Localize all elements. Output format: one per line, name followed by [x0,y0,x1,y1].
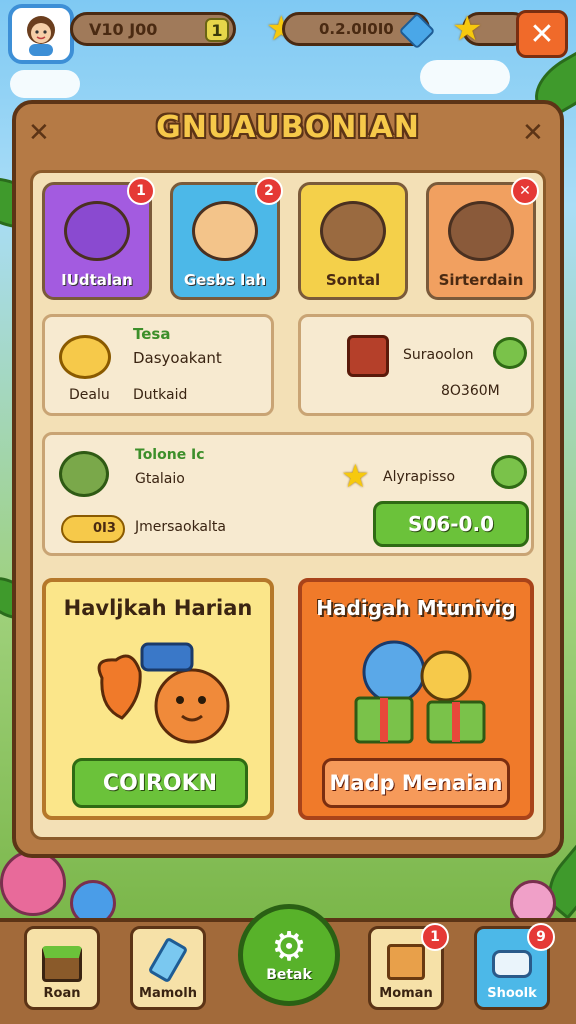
nav-label: Shoolk [487,986,537,1001]
notification-badge: 1 [127,177,155,205]
close-badge[interactable]: ✕ [511,177,539,205]
gift-card: Hadigah Mtunivig Madp Menaian [298,578,534,820]
reward-pets-icon [97,642,230,744]
info-label: Suraoolon [403,347,474,363]
event-claim-button[interactable]: S06-0.0 [373,501,529,547]
flower [0,850,66,916]
category-card-3[interactable]: Sontal [298,182,408,300]
green-cat-icon [59,451,109,497]
info-panel-right: Suraoolon 8O360M [298,314,534,416]
nav-item-gifts[interactable]: Moman 1 [368,923,449,1010]
gift-title: Hadigah Mtunivig [316,596,516,620]
nav-item-shop[interactable]: Shoolk 9 [474,923,555,1010]
nav-label: Moman [379,986,433,1001]
daily-reward-card: Havljkah Harian COIROKN [42,578,274,820]
notification-badge: 9 [527,923,555,951]
crate-icon [42,946,82,982]
category-card-2[interactable]: Gesbs lah 2 [170,177,283,300]
nav-item-home[interactable]: Roan [24,926,100,1010]
event-panel: Tolone Ic Gtalaio 0I3 Jmersaokalta ★ Aly… [42,432,534,556]
nav-label: Roan [43,986,81,1001]
category-label: Sirterdain [438,271,524,289]
chat-icon [492,950,532,978]
coin-value: V10 J00 [89,19,158,39]
nav-label: Betak [266,967,312,983]
notification-badge: 2 [255,177,283,205]
board-title: GNUAUBONIAN [156,110,420,145]
category-card-4[interactable]: Sirterdain ✕ [426,177,539,300]
gem-value: 0.2.0I0I0 [319,20,394,38]
category-label: Sontal [325,271,381,289]
open-gift-button[interactable]: Madp Menaian [322,758,510,808]
event-label: Alyrapisso [383,469,456,485]
info-value: 8O360M [441,383,500,399]
coin-chip: 0I3 [61,515,125,543]
lion-icon [59,335,111,379]
category-label: IUdtalan [61,271,133,289]
event-text: Jmersaokalta [135,519,226,535]
info-text: Dealu [69,387,110,403]
slime-icon [491,455,527,489]
nav-label: Mamolh [139,986,197,1001]
gift-boxes-icon [354,640,486,744]
bear-icon [320,201,386,261]
fox-icon [192,201,258,261]
cloud [420,60,510,94]
daily-reward-title: Havljkah Harian [63,596,253,620]
event-text: Gtalaio [135,471,185,487]
close-button[interactable]: ✕ [516,10,568,58]
player-avatar[interactable] [8,4,74,64]
nav-item-quest[interactable]: Mamolh [130,926,206,1010]
avatar-face-icon [27,16,55,56]
info-label: Tesa [133,325,171,343]
star-icon: ★ [341,457,370,495]
gear-icon: ⚙ [271,924,307,970]
purple-bear-icon [64,201,130,261]
info-panel-left: Tesa Dasyoakant Dealu Dutkaid [42,314,274,416]
cloud [10,70,80,98]
notification-badge: 1 [421,923,449,951]
coin-chip-value: 0I3 [93,521,116,536]
mouse-icon [448,201,514,261]
claim-daily-button[interactable]: COIROKN [72,758,248,808]
crystal-icon [147,936,189,984]
add-coins-button[interactable]: 1 [205,18,229,42]
info-text: Dutkaid [133,387,188,403]
box-icon [387,944,425,980]
category-label: Gesbs lah [183,271,267,289]
nav-item-battle[interactable]: ⚙ Betak [238,904,340,1006]
coin-counter: V10 J00 1 [70,12,236,46]
category-card-1[interactable]: IUdtalan 1 [42,177,155,300]
event-label: Tolone Ic [135,447,205,463]
info-text: Dasyoakant [133,349,222,367]
treasure-chest-icon [347,335,389,377]
star-icon: ★ [452,9,483,49]
slime-icon [493,337,527,369]
